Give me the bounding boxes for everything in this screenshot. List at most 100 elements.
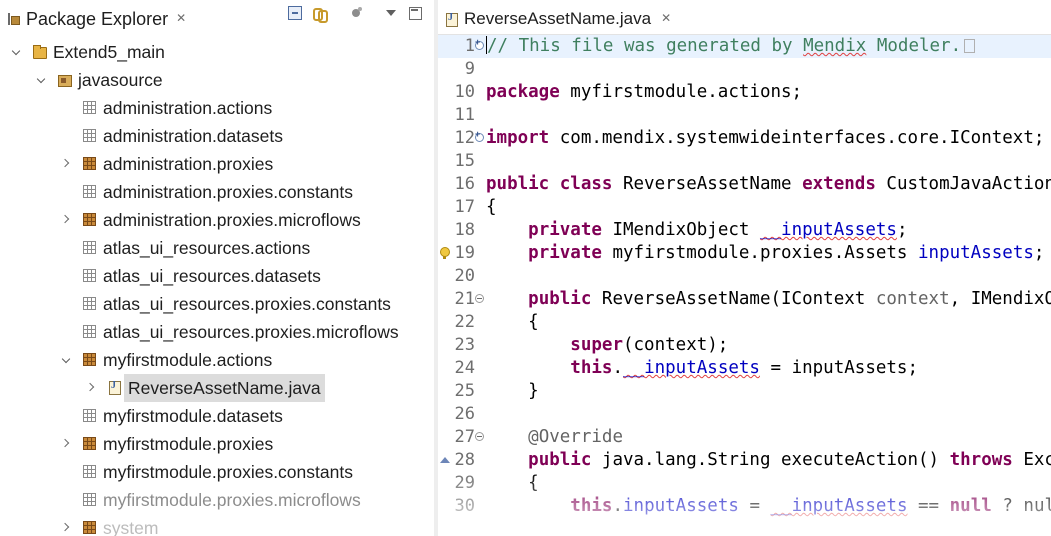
chevron-right-icon[interactable] <box>60 520 74 534</box>
tree-item[interactable]: javasource <box>0 66 434 94</box>
tree-item[interactable]: myfirstmodule.proxies <box>0 430 434 458</box>
link-with-editor-icon[interactable] <box>312 6 328 23</box>
code-text[interactable]: @Override <box>486 426 623 449</box>
chevron-right-icon[interactable] <box>60 212 74 226</box>
code-token: myfirstmodule.proxies.Assets <box>601 243 918 263</box>
close-icon[interactable]: ✕ <box>661 11 671 25</box>
code-line[interactable]: 9 <box>438 58 1051 81</box>
chevron-down-icon[interactable] <box>60 352 74 366</box>
code-text[interactable]: public java.lang.String executeAction() … <box>486 449 1051 472</box>
code-text[interactable]: this.inputAssets = __inputAssets == null… <box>486 495 1051 518</box>
tree-item[interactable]: atlas_ui_resources.datasets <box>0 262 434 290</box>
code-text[interactable]: this.__inputAssets = inputAssets; <box>486 357 918 380</box>
chevron-down-icon[interactable] <box>35 72 49 86</box>
code-line[interactable]: 19 private myfirstmodule.proxies.Assets … <box>438 242 1051 265</box>
close-icon[interactable]: ✕ <box>176 11 186 25</box>
tree-item[interactable]: myfirstmodule.datasets <box>0 402 434 430</box>
fold-collapse-icon[interactable] <box>475 294 484 303</box>
code-line[interactable]: 22 { <box>438 311 1051 334</box>
focus-on-active-task-icon[interactable] <box>350 6 364 20</box>
code-token: { <box>486 197 497 217</box>
code-line[interactable]: 17 { <box>438 196 1051 219</box>
tree-item[interactable]: myfirstmodule.proxies.microflows <box>0 486 434 514</box>
code-token: . <box>612 358 623 378</box>
tree-item-label: administration.proxies.constants <box>103 182 353 202</box>
code-token: class <box>559 174 613 194</box>
code-text[interactable]: private IMendixObject __inputAssets; <box>486 219 907 242</box>
code-text[interactable]: public class ReverseAssetName extends Cu… <box>486 173 1051 196</box>
code-line[interactable]: 16 public class ReverseAssetName extends … <box>438 173 1051 196</box>
code-token: inputAssets <box>918 243 1034 263</box>
code-text[interactable]: import com.mendix.systemwideinterfaces.c… <box>486 127 1044 150</box>
tree-item-label: administration.proxies.microflows <box>103 210 361 230</box>
fold-expand-icon[interactable] <box>475 129 484 142</box>
code-line[interactable]: 15 <box>438 150 1051 173</box>
code-line[interactable]: 29 { <box>438 472 1051 495</box>
chevron-right-icon[interactable] <box>60 436 74 450</box>
code-line[interactable]: 21 public ReverseAssetName(IContext cont… <box>438 288 1051 311</box>
tree-item[interactable]: administration.datasets <box>0 122 434 150</box>
code-text[interactable]: { <box>486 472 539 495</box>
code-text[interactable]: { <box>486 196 497 219</box>
editor-tab-reverseassetname[interactable]: ReverseAssetName.java ✕ <box>444 4 671 34</box>
code-text[interactable]: public ReverseAssetName(IContext context… <box>486 288 1051 311</box>
source-folder-icon <box>57 72 72 87</box>
code-line[interactable]: 30 this.inputAssets = __inputAssets == n… <box>438 495 1051 518</box>
tree-item[interactable]: ReverseAssetName.java <box>0 374 434 402</box>
code-line[interactable]: 26 <box>438 403 1051 426</box>
code-token: __inputAssets <box>759 220 897 240</box>
code-line[interactable]: 10 package myfirstmodule.actions; <box>438 81 1051 104</box>
code-line[interactable]: 28 public java.lang.String executeAction… <box>438 449 1051 472</box>
tree-item[interactable]: myfirstmodule.actions <box>0 346 434 374</box>
code-token: CustomJavaAction<String> <box>886 174 1051 194</box>
tree-item[interactable]: administration.proxies <box>0 150 434 178</box>
view-menu-icon[interactable] <box>384 6 398 20</box>
chevron-down-icon[interactable] <box>10 44 24 58</box>
code-line[interactable]: 20 <box>438 265 1051 288</box>
code-line[interactable]: 27 @Override <box>438 426 1051 449</box>
tree-item[interactable]: atlas_ui_resources.proxies.constants <box>0 290 434 318</box>
code-line[interactable]: 11 <box>438 104 1051 127</box>
tree-item[interactable]: system <box>0 514 434 536</box>
code-line[interactable]: 25 } <box>438 380 1051 403</box>
line-number: 24 <box>454 358 475 378</box>
tree-item[interactable]: Extend5_main <box>0 38 434 66</box>
chevron-right-icon[interactable] <box>85 380 99 394</box>
code-line[interactable]: 1 // This file was generated by Mendix Mo… <box>438 35 1051 58</box>
package-explorer-tab[interactable]: Package Explorer ✕ <box>6 6 186 32</box>
tree-item[interactable]: administration.actions <box>0 94 434 122</box>
package-explorer-title: Package Explorer <box>26 8 169 29</box>
code-line[interactable]: 24 this.__inputAssets = inputAssets; <box>438 357 1051 380</box>
tree-item-label: myfirstmodule.actions <box>103 350 273 370</box>
code-text[interactable]: package myfirstmodule.actions; <box>486 81 802 104</box>
code-text[interactable]: super(context); <box>486 334 728 357</box>
tree-item[interactable]: administration.proxies.microflows <box>0 206 434 234</box>
code-token: super <box>570 335 623 355</box>
java-file-icon <box>444 12 458 27</box>
tree-item[interactable]: myfirstmodule.proxies.constants <box>0 458 434 486</box>
code-text[interactable]: } <box>486 380 539 403</box>
empty-package-icon <box>82 408 96 422</box>
collapse-all-icon[interactable] <box>288 6 302 20</box>
empty-package-icon <box>82 184 96 198</box>
tree-item[interactable]: atlas_ui_resources.actions <box>0 234 434 262</box>
minimize-icon[interactable] <box>408 6 422 20</box>
code-line[interactable]: 12 import com.mendix.systemwideinterfaces… <box>438 127 1051 150</box>
tree-item[interactable]: administration.proxies.constants <box>0 178 434 206</box>
code-text[interactable]: // This file was generated by Mendix Mod… <box>486 35 976 58</box>
code-line[interactable]: 23 super(context); <box>438 334 1051 357</box>
code-token: this <box>570 358 613 378</box>
tree-item[interactable]: atlas_ui_resources.proxies.microflows <box>0 318 434 346</box>
code-area[interactable]: 1 // This file was generated by Mendix Mo… <box>438 35 1051 536</box>
chevron-right-icon[interactable] <box>60 156 74 170</box>
folded-region-icon[interactable] <box>964 39 976 53</box>
fold-expand-icon[interactable] <box>475 37 484 50</box>
tree-item-label: myfirstmodule.proxies.constants <box>103 462 353 482</box>
code-text[interactable]: private myfirstmodule.proxies.Assets inp… <box>486 242 1044 265</box>
code-line[interactable]: 18 private IMendixObject __inputAssets; <box>438 219 1051 242</box>
fold-collapse-icon[interactable] <box>475 432 484 441</box>
code-text[interactable]: { <box>486 311 539 334</box>
